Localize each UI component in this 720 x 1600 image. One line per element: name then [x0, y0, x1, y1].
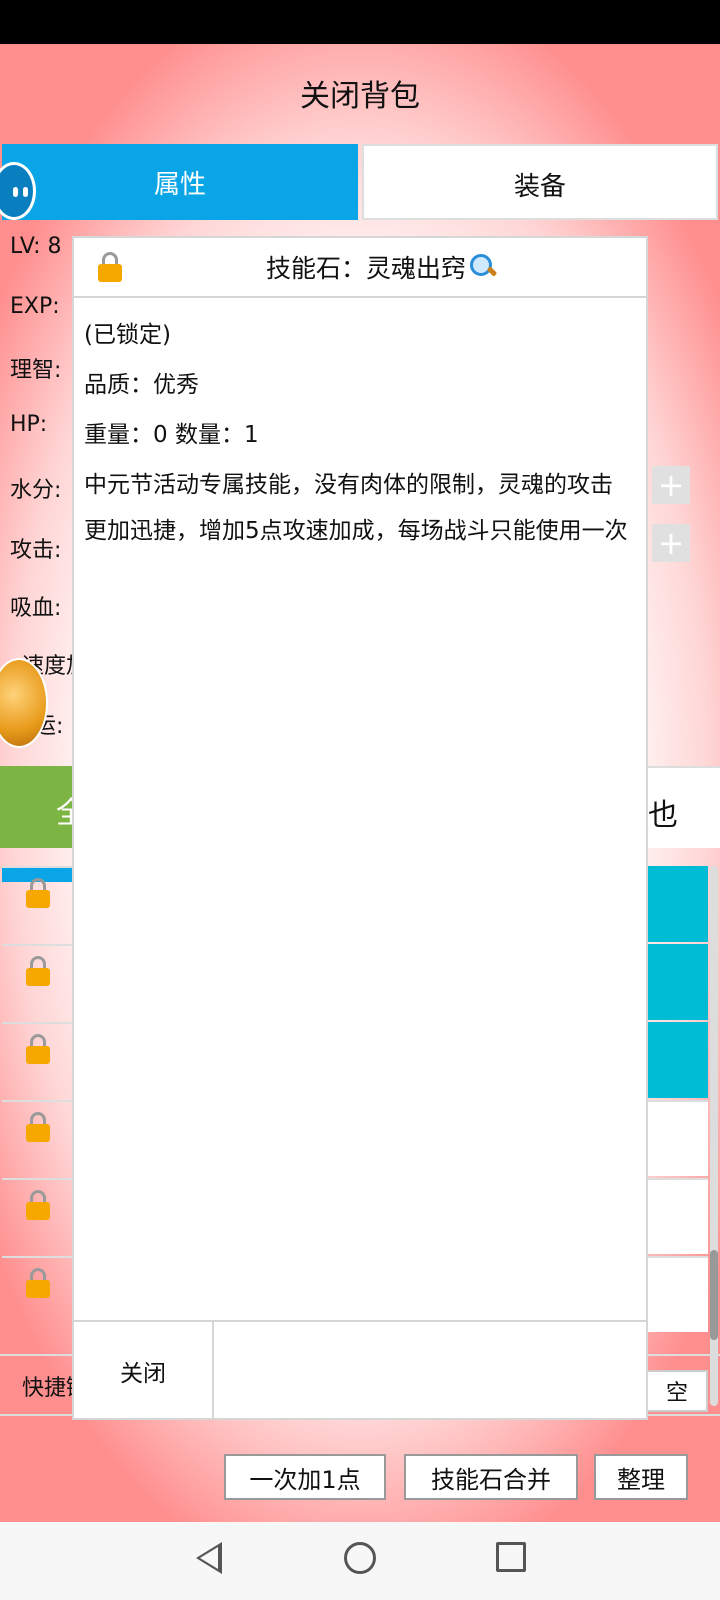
add-one-point-button[interactable]: 一次加1点 [224, 1454, 386, 1500]
inventory-slot[interactable] [2, 1256, 72, 1332]
lock-icon [26, 878, 50, 908]
inventory-action-cell[interactable] [648, 1256, 708, 1332]
close-backpack-button[interactable]: 关闭背包 [0, 44, 720, 142]
nav-recent-icon[interactable] [496, 1542, 526, 1572]
stat-lifesteal: 吸血: [10, 596, 62, 621]
stat-attack: 攻击: [10, 538, 62, 563]
dialog-header: 技能石：灵魂出窍 [74, 238, 646, 298]
inventory-action-cell[interactable] [648, 944, 708, 1020]
tab-equipment[interactable]: 装备 [362, 144, 718, 220]
shortcut-slot-empty[interactable]: 空 [646, 1370, 708, 1412]
green-action-bar[interactable]: 全 [0, 766, 72, 848]
nav-home-icon[interactable] [344, 1542, 376, 1574]
right-action-bar[interactable]: 也 [648, 766, 720, 848]
dialog-title-row: 技能石：灵魂出窍 [74, 238, 646, 296]
stat-sanity: 理智: [10, 358, 62, 383]
tab-attributes-label: 属性 [153, 170, 206, 200]
close-backpack-label: 关闭背包 [300, 79, 420, 114]
inventory-slot[interactable] [2, 1022, 72, 1098]
status-bar [0, 0, 720, 44]
close-button-label: 关闭 [120, 1361, 166, 1387]
item-detail-dialog: 技能石：灵魂出窍 (已锁定) 品质：优秀 重量：0 数量：1 中元节活动专属技能… [72, 236, 648, 1420]
stat-water: 水分: [10, 478, 62, 503]
dialog-body: (已锁定) 品质：优秀 重量：0 数量：1 中元节活动专属技能，没有肉体的限制，… [84, 310, 634, 554]
nav-back-icon[interactable] [196, 1542, 222, 1574]
tab-attributes[interactable]: 属性 [2, 144, 358, 220]
game-screen: 关闭背包 属性 装备 LV: 8 EXP: 理智: HP: 水分: 攻击: 吸血… [0, 44, 720, 1522]
close-button[interactable]: 关闭 [74, 1322, 214, 1420]
magnifier-icon[interactable] [468, 252, 498, 282]
inventory-slot[interactable] [2, 1100, 72, 1176]
merge-skill-stones-button[interactable]: 技能石合并 [404, 1454, 578, 1500]
dialog-title: 技能石：灵魂出窍 [265, 254, 466, 283]
plus-icon[interactable]: + [652, 524, 690, 562]
inventory-action-cell[interactable] [648, 1100, 708, 1176]
item-description: 中元节活动专属技能，没有肉体的限制，灵魂的攻击更加迅捷，增加5点攻速加成，每场战… [84, 472, 628, 544]
dialog-footer: 关闭 [74, 1320, 646, 1420]
sort-button[interactable]: 整理 [594, 1454, 688, 1500]
stat-hp: HP: [10, 412, 48, 437]
scrollbar-thumb[interactable] [710, 1250, 718, 1340]
quality-text: 品质：优秀 [84, 372, 199, 398]
inventory-slot[interactable] [2, 1178, 72, 1254]
stat-exp: EXP: [10, 294, 60, 319]
weight-quantity-text: 重量：0 数量：1 [84, 422, 259, 448]
green-bar-label: 全 [56, 796, 72, 831]
lock-icon [26, 1112, 50, 1142]
stat-level: LV: 8 [10, 234, 62, 259]
inventory-action-cell[interactable] [648, 1022, 708, 1098]
lock-icon [26, 1034, 50, 1064]
plus-icon[interactable]: + [652, 466, 690, 504]
right-bar-label: 也 [648, 798, 678, 833]
inventory-slot[interactable] [2, 866, 72, 942]
system-nav-bar [0, 1522, 720, 1600]
locked-status: (已锁定) [84, 322, 171, 348]
lock-icon [26, 956, 50, 986]
tab-equipment-label: 装备 [513, 172, 566, 202]
inventory-action-cell[interactable] [648, 866, 708, 942]
inventory-slot[interactable] [2, 944, 72, 1020]
lock-icon [26, 1268, 50, 1298]
lock-icon [26, 1190, 50, 1220]
inventory-action-cell[interactable] [648, 1178, 708, 1254]
